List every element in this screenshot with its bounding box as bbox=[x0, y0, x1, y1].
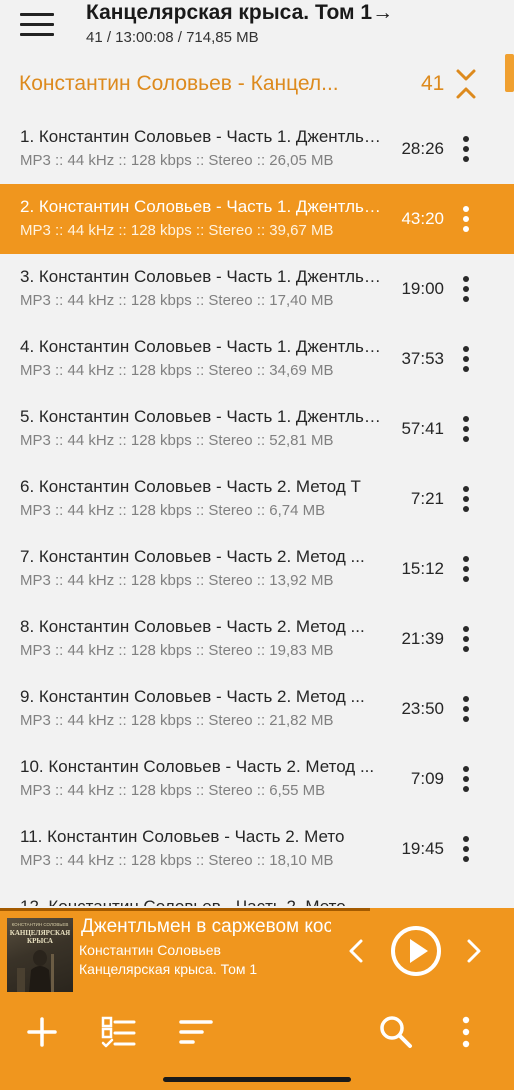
track-info: MP3 :: 44 kHz :: 128 kbps :: Stereo :: 1… bbox=[20, 292, 334, 309]
svg-text:КАНЦЕЛЯРСКАЯ: КАНЦЕЛЯРСКАЯ bbox=[10, 929, 70, 937]
track-row[interactable]: 7. Константин Соловьев - Часть 2. Метод … bbox=[0, 534, 514, 604]
track-row[interactable]: 1. Константин Соловьев - Часть 1. Джентл… bbox=[0, 114, 514, 184]
playlist-check-icon[interactable] bbox=[100, 1014, 136, 1050]
playback-progress[interactable] bbox=[0, 908, 371, 911]
track-title: 10. Константин Соловьев - Часть 2. Метод… bbox=[20, 757, 375, 776]
more-vertical-icon[interactable] bbox=[456, 344, 476, 374]
track-row[interactable]: 2. Константин Соловьев - Часть 1. Джентл… bbox=[0, 184, 514, 254]
mini-player[interactable]: КОНСТАНТИН СОЛОВЬЕВ КАНЦЕЛЯРСКАЯ КРЫСА Д… bbox=[0, 908, 514, 998]
track-title: 2. Константин Соловьев - Часть 1. Джентл… bbox=[20, 197, 382, 216]
sort-icon[interactable] bbox=[178, 1014, 214, 1050]
home-indicator[interactable] bbox=[163, 1077, 351, 1082]
track-info: MP3 :: 44 kHz :: 128 kbps :: Stereo :: 3… bbox=[20, 362, 334, 379]
track-duration: 28:26 bbox=[401, 139, 444, 158]
folder-header[interactable]: Константин Соловьев - Канцел... 41 bbox=[0, 62, 514, 110]
track-info: MP3 :: 44 kHz :: 128 kbps :: Stereo :: 6… bbox=[20, 782, 326, 799]
more-vertical-icon[interactable] bbox=[456, 204, 476, 234]
track-title: 4. Константин Соловьев - Часть 1. Джентл… bbox=[20, 337, 382, 356]
track-title: 11. Константин Соловьев - Часть 2. Мето bbox=[20, 827, 345, 846]
track-info: MP3 :: 44 kHz :: 128 kbps :: Stereo :: 2… bbox=[20, 712, 334, 729]
track-duration: 23:50 bbox=[401, 699, 444, 718]
collapse-icon[interactable] bbox=[455, 68, 477, 100]
more-vertical-icon[interactable] bbox=[456, 484, 476, 514]
more-vertical-icon[interactable] bbox=[456, 134, 476, 164]
track-duration: 43:20 bbox=[401, 209, 444, 228]
track-title: 9. Константин Соловьев - Часть 2. Метод … bbox=[20, 687, 365, 706]
track-row[interactable]: 9. Константин Соловьев - Часть 2. Метод … bbox=[0, 674, 514, 744]
more-vertical-icon[interactable] bbox=[456, 694, 476, 724]
track-row[interactable]: 6. Константин Соловьев - Часть 2. Метод … bbox=[0, 464, 514, 534]
track-duration: 7:09 bbox=[410, 769, 444, 788]
track-info: MP3 :: 44 kHz :: 128 kbps :: Stereo :: 1… bbox=[20, 852, 334, 869]
search-icon[interactable] bbox=[378, 1014, 414, 1050]
track-row[interactable]: 8. Константин Соловьев - Часть 2. Метод … bbox=[0, 604, 514, 674]
plus-icon[interactable] bbox=[24, 1014, 60, 1050]
folder-track-count: 41 bbox=[421, 72, 445, 95]
hamburger-menu-icon[interactable] bbox=[20, 12, 56, 38]
chevron-left-icon[interactable] bbox=[344, 936, 368, 966]
track-title: 8. Константин Соловьев - Часть 2. Метод … bbox=[20, 617, 365, 636]
more-vertical-icon[interactable] bbox=[456, 904, 476, 906]
track-info: MP3 :: 44 kHz :: 128 kbps :: Stereo :: 1… bbox=[20, 642, 334, 659]
track-info: MP3 :: 44 kHz :: 128 kbps :: Stereo :: 3… bbox=[20, 222, 334, 239]
track-row[interactable]: 10. Константин Соловьев - Часть 2. Метод… bbox=[0, 744, 514, 814]
track-duration: 21:39 bbox=[401, 629, 444, 648]
folder-title: Константин Соловьев - Канцел... bbox=[19, 72, 339, 95]
track-duration: 7:21 bbox=[410, 489, 444, 508]
more-vertical-icon[interactable] bbox=[456, 764, 476, 794]
more-vertical-icon[interactable] bbox=[448, 1014, 484, 1050]
track-row[interactable]: 11. Константин Соловьев - Часть 2. Мето M… bbox=[0, 814, 514, 884]
track-title: 12. Константин Соловьев - Часть 2. Мето bbox=[20, 897, 382, 906]
track-row[interactable]: 12. Константин Соловьев - Часть 2. Мето bbox=[0, 884, 514, 906]
chevron-right-icon[interactable] bbox=[462, 936, 486, 966]
track-title: 6. Константин Соловьев - Часть 2. Метод … bbox=[20, 477, 361, 496]
cover-author-text: КОНСТАНТИН СОЛОВЬЕВ bbox=[12, 922, 69, 927]
now-playing-author: Константин Соловьев bbox=[79, 942, 221, 958]
album-cover[interactable]: КОНСТАНТИН СОЛОВЬЕВ КАНЦЕЛЯРСКАЯ КРЫСА bbox=[7, 918, 73, 992]
track-row[interactable]: 4. Константин Соловьев - Часть 1. Джентл… bbox=[0, 324, 514, 394]
track-list[interactable]: 1. Константин Соловьев - Часть 1. Джентл… bbox=[0, 114, 514, 906]
now-playing-title[interactable]: Джентльмен в саржевом костюме bbox=[81, 916, 331, 938]
track-row[interactable]: 3. Константин Соловьев - Часть 1. Джентл… bbox=[0, 254, 514, 324]
track-info: MP3 :: 44 kHz :: 128 kbps :: Stereo :: 2… bbox=[20, 152, 334, 169]
track-duration: 57:41 bbox=[401, 419, 444, 438]
playlist-summary: 41 / 13:00:08 / 714,85 MB bbox=[86, 29, 259, 46]
play-circle-icon[interactable] bbox=[390, 925, 442, 977]
track-info: MP3 :: 44 kHz :: 128 kbps :: Stereo :: 6… bbox=[20, 502, 326, 519]
track-row[interactable]: 5. Константин Соловьев - Часть 1. Джентл… bbox=[0, 394, 514, 464]
svg-text:КРЫСА: КРЫСА bbox=[27, 937, 53, 945]
more-vertical-icon[interactable] bbox=[456, 274, 476, 304]
playlist-title[interactable]: Канцелярская крыса. Том 1→ bbox=[86, 1, 393, 25]
track-title: 3. Константин Соловьев - Часть 1. Джентл… bbox=[20, 267, 382, 286]
track-duration: 19:45 bbox=[401, 839, 444, 858]
more-vertical-icon[interactable] bbox=[456, 414, 476, 444]
track-duration: 19:00 bbox=[401, 279, 444, 298]
now-playing-album: Канцелярская крыса. Том 1 bbox=[79, 961, 258, 977]
track-title: 1. Константин Соловьев - Часть 1. Джентл… bbox=[20, 127, 382, 146]
more-vertical-icon[interactable] bbox=[456, 834, 476, 864]
track-duration: 37:53 bbox=[401, 349, 444, 368]
track-info: MP3 :: 44 kHz :: 128 kbps :: Stereo :: 1… bbox=[20, 572, 334, 589]
app-header: Канцелярская крыса. Том 1→ 41 / 13:00:08… bbox=[0, 0, 514, 62]
more-vertical-icon[interactable] bbox=[456, 554, 476, 584]
more-vertical-icon[interactable] bbox=[456, 624, 476, 654]
track-duration: 15:12 bbox=[401, 559, 444, 578]
track-title: 5. Константин Соловьев - Часть 1. Джентл… bbox=[20, 407, 382, 426]
track-info: MP3 :: 44 kHz :: 128 kbps :: Stereo :: 5… bbox=[20, 432, 334, 449]
track-title: 7. Константин Соловьев - Часть 2. Метод … bbox=[20, 547, 365, 566]
